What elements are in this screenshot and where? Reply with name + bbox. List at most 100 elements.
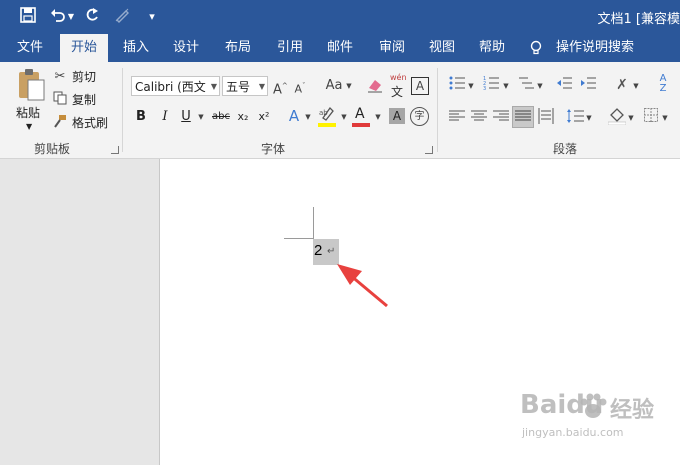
undo-dropdown-icon[interactable]: ▼ — [66, 7, 76, 27]
line-spacing-dropdown-icon[interactable]: ▼ — [585, 109, 593, 127]
font-dialog-launcher[interactable] — [425, 146, 433, 154]
cut-label: 剪切 — [72, 70, 97, 84]
paste-button[interactable]: 粘贴 ▼ — [14, 68, 48, 131]
text-effects-dropdown-icon[interactable]: ▼ — [304, 108, 312, 126]
highlight-color-bar — [318, 123, 336, 127]
shading-dropdown-icon[interactable]: ▼ — [627, 109, 635, 127]
font-group-label: 字体 — [261, 142, 286, 156]
cut-button[interactable]: ✂ 剪切 — [52, 68, 112, 86]
selected-text[interactable]: 2 — [314, 242, 322, 259]
highlight-button[interactable]: ab — [318, 106, 338, 128]
asian-layout-dropdown-icon[interactable]: ▼ — [632, 77, 640, 95]
tab-view[interactable]: 视图 — [420, 34, 464, 62]
format-painter-label: 格式刷 — [72, 116, 109, 130]
superscript-button[interactable]: x² — [256, 108, 272, 126]
font-color-letter: A — [355, 106, 365, 122]
tab-file[interactable]: 文件 — [8, 34, 52, 62]
align-left-icon[interactable] — [449, 109, 465, 129]
text-effects-button[interactable]: A — [285, 107, 303, 125]
svg-text:ab: ab — [319, 109, 328, 117]
paintbrush-icon — [52, 114, 68, 134]
increase-indent-icon[interactable] — [579, 76, 597, 96]
highlight-dropdown-icon[interactable]: ▼ — [340, 108, 348, 126]
format-painter-button[interactable]: 格式刷 — [52, 114, 116, 132]
ribbon-tabs: 文件 开始 插入 设计 布局 引用 邮件 审阅 视图 帮助 操作说明搜索 — [0, 34, 680, 62]
svg-text:3: 3 — [483, 86, 486, 90]
pen-icon[interactable] — [112, 7, 132, 27]
tab-help[interactable]: 帮助 — [470, 34, 514, 62]
justify-icon[interactable] — [512, 106, 534, 128]
paragraph-mark: ↵ — [327, 246, 336, 257]
multilevel-dropdown-icon[interactable]: ▼ — [536, 77, 544, 95]
font-name-combo[interactable]: Calibri (西文​ ▼ — [131, 76, 220, 96]
clipboard-dialog-launcher[interactable] — [111, 146, 119, 154]
char-border-button[interactable]: A — [411, 77, 429, 95]
phonetic-bottom: 文 — [391, 85, 404, 99]
numbering-dropdown-icon[interactable]: ▼ — [502, 77, 510, 95]
watermark-brand-cn: 经验 — [610, 398, 655, 423]
customize-qat-icon[interactable]: ▾ — [142, 7, 162, 27]
title-bar: ▼ ▾ 文档1 [兼容模 — [0, 0, 680, 34]
redo-icon[interactable] — [82, 7, 102, 27]
borders-dropdown-icon[interactable]: ▼ — [661, 109, 669, 127]
tab-review[interactable]: 审阅 — [370, 34, 414, 62]
tab-references[interactable]: 引用 — [268, 34, 312, 62]
clear-formatting-icon[interactable] — [366, 77, 384, 99]
borders-icon[interactable] — [643, 108, 659, 128]
sort-icon[interactable]: AZ — [654, 74, 672, 94]
scissors-icon: ✂ — [54, 69, 66, 84]
tab-mailings[interactable]: 邮件 — [318, 34, 362, 62]
bullets-dropdown-icon[interactable]: ▼ — [467, 77, 475, 95]
clipboard-group-label: 剪贴板 — [34, 142, 71, 156]
save-icon[interactable] — [18, 7, 38, 27]
strikethrough-button[interactable]: abc — [210, 108, 232, 126]
align-right-icon[interactable] — [493, 109, 509, 129]
distributed-icon[interactable] — [537, 108, 555, 130]
shrink-font-icon[interactable]: Aˇ — [293, 77, 307, 99]
copy-icon — [52, 91, 68, 111]
phonetic-top: wén — [390, 73, 407, 82]
decrease-indent-icon[interactable] — [555, 76, 573, 96]
underline-button[interactable]: U — [179, 108, 193, 126]
subscript-button[interactable]: x₂ — [235, 108, 251, 126]
lightbulb-icon[interactable] — [528, 34, 544, 62]
tab-layout[interactable]: 布局 — [216, 34, 260, 62]
change-case-button[interactable]: Aa — [323, 77, 345, 95]
highlighter-icon: ab — [319, 106, 334, 121]
tell-me-search[interactable]: 操作说明搜索 — [556, 34, 636, 62]
watermark-url: jingyan.baidu.com — [522, 426, 624, 439]
copy-button[interactable]: 复制 — [52, 91, 112, 109]
grow-font-icon[interactable]: A^ — [273, 77, 288, 99]
group-divider — [122, 68, 123, 152]
undo-icon[interactable] — [48, 7, 68, 27]
asian-layout-icon[interactable]: ✗ — [612, 76, 632, 94]
italic-button[interactable]: I — [158, 108, 172, 126]
font-color-bar — [352, 123, 370, 127]
underline-dropdown-icon[interactable]: ▼ — [197, 108, 205, 126]
ribbon-home: 粘贴 ▼ ✂ 剪切 复制 格式刷 剪贴板 Calibri (西文​ ▼ 五号 ▼… — [0, 62, 680, 159]
tab-design[interactable]: 设计 — [164, 34, 208, 62]
font-color-button[interactable]: A — [352, 106, 372, 128]
margin-crop-mark-vertical — [313, 207, 314, 238]
multilevel-list-icon[interactable] — [517, 76, 535, 96]
font-size-value: 五号 — [226, 80, 251, 94]
enclose-chars-button[interactable]: 字 — [410, 107, 429, 126]
chevron-down-icon: ▼ — [258, 82, 265, 91]
bold-button[interactable]: B — [134, 108, 148, 126]
document-title: 文档1 [兼容模 — [597, 12, 680, 27]
font-name-value: Calibri (西文​ — [135, 80, 206, 94]
phonetic-guide-button[interactable]: wén 文 — [388, 73, 410, 99]
tab-home[interactable]: 开始 — [60, 34, 108, 62]
font-color-dropdown-icon[interactable]: ▼ — [374, 108, 382, 126]
font-size-combo[interactable]: 五号 ▼ — [222, 76, 268, 96]
line-spacing-icon[interactable] — [566, 108, 584, 130]
baidu-jingyan-watermark: Baidu 经验 jingyan.baidu.com — [520, 390, 670, 450]
paste-dropdown-icon: ▼ — [26, 122, 33, 131]
numbering-icon[interactable]: 123 — [482, 76, 500, 96]
char-shading-button[interactable]: A — [389, 108, 405, 124]
change-case-dropdown-icon[interactable]: ▼ — [345, 77, 353, 95]
bullets-icon[interactable] — [448, 76, 466, 96]
tab-insert[interactable]: 插入 — [114, 34, 158, 62]
align-center-icon[interactable] — [471, 109, 487, 129]
shading-icon[interactable] — [607, 107, 627, 131]
